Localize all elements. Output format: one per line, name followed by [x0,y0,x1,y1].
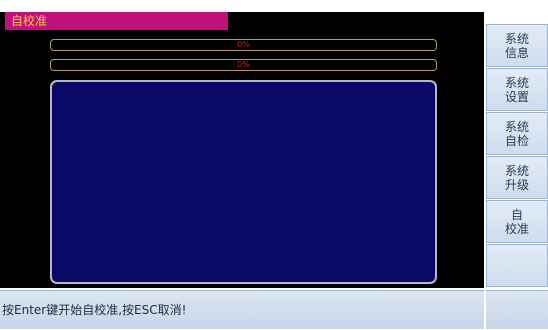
system-selftest-button[interactable]: 系统 自检 [486,112,548,155]
empty-sidebar-button[interactable] [486,244,548,287]
system-settings-button[interactable]: 系统 设置 [486,68,548,111]
system-info-button[interactable]: 系统 信息 [486,24,548,67]
progress-2-label: 0% [237,60,250,69]
calibration-screen: 自校准 0% 0% 系统 信息 系统 设置 系统 自检 系统 升级 自 校准 按… [0,0,548,329]
status-bar-right [486,290,548,329]
window-title: 自校准 [5,12,228,30]
status-bar: 按Enter键开始自校准,按ESC取消! [0,290,484,329]
sidebar: 系统 信息 系统 设置 系统 自检 系统 升级 自 校准 [486,24,548,329]
progress-bar-1: 0% [50,39,437,51]
calibration-output-panel [50,80,437,284]
status-message: 按Enter键开始自校准,按ESC取消! [2,303,187,317]
progress-1-label: 0% [237,40,250,49]
system-upgrade-button[interactable]: 系统 升级 [486,156,548,199]
progress-bar-2: 0% [50,59,437,71]
self-calibration-button[interactable]: 自 校准 [486,200,548,243]
